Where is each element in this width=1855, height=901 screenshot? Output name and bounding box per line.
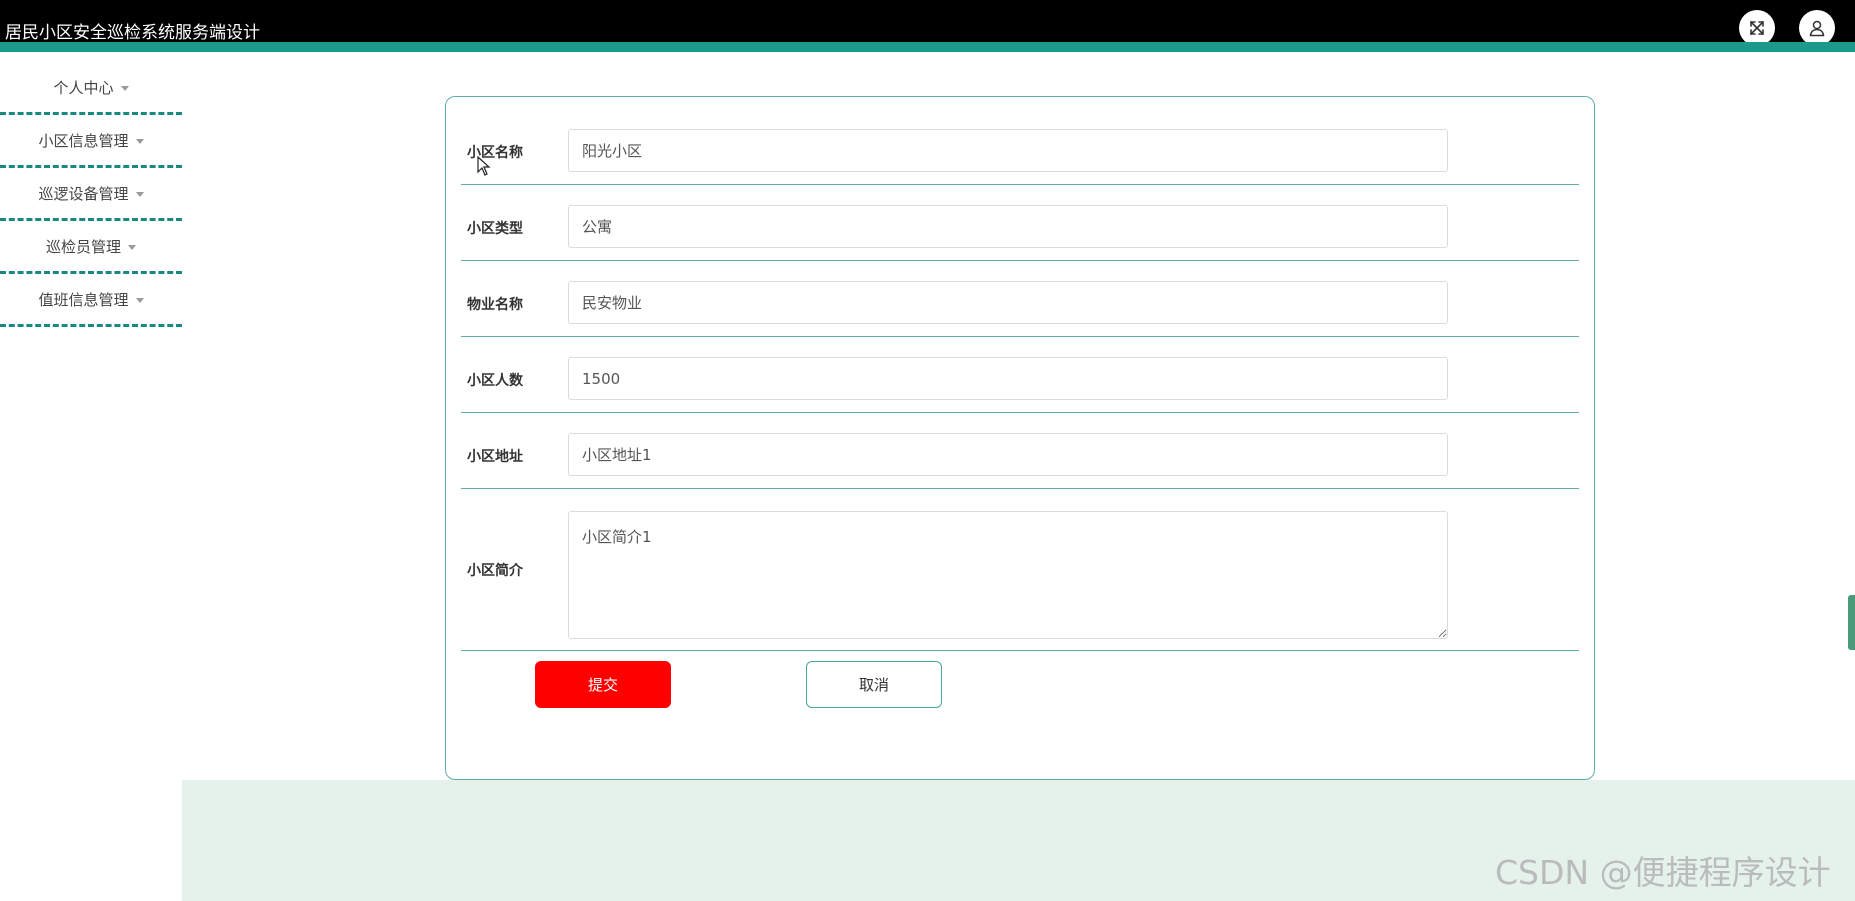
user-avatar-icon xyxy=(1809,20,1825,37)
sidebar-item-label: 值班信息管理 xyxy=(38,290,129,309)
top-bar: 居民小区安全巡检系统服务端设计 xyxy=(0,0,1855,52)
field-label: 小区简介 xyxy=(467,563,523,579)
app-title: 居民小区安全巡检系统服务端设计 xyxy=(5,23,260,43)
population-input[interactable] xyxy=(568,357,1448,400)
caret-down-icon xyxy=(128,244,136,250)
community-name-input[interactable] xyxy=(568,129,1448,172)
expand-arrows-icon xyxy=(1750,21,1764,35)
property-name-input[interactable] xyxy=(568,281,1448,324)
sidebar-item-label: 个人中心 xyxy=(53,78,114,97)
form-row-address: 小区地址 xyxy=(461,413,1579,489)
sidebar-item-duty-info[interactable]: 值班信息管理 xyxy=(0,274,182,327)
field-label: 物业名称 xyxy=(467,297,523,313)
form-row-population: 小区人数 xyxy=(461,337,1579,413)
caret-down-icon xyxy=(135,138,144,144)
header-accent-stripe xyxy=(0,42,1855,52)
caret-down-icon xyxy=(135,191,144,197)
sidebar-item-label: 巡逻设备管理 xyxy=(38,184,129,203)
sidebar: 个人中心 小区信息管理 巡逻设备管理 巡检员管理 值班信息管理 xyxy=(0,62,182,327)
side-scroll-handle[interactable] xyxy=(1848,595,1855,650)
form-row-intro: 小区简介 小区简介1 xyxy=(461,489,1579,651)
caret-down-icon xyxy=(135,297,144,303)
sidebar-item-label: 小区信息管理 xyxy=(38,131,129,150)
sidebar-item-patrol-equipment[interactable]: 巡逻设备管理 xyxy=(0,168,182,221)
sidebar-item-label: 巡检员管理 xyxy=(45,237,121,256)
watermark: CSDN @便捷程序设计 xyxy=(1495,853,1831,892)
sidebar-item-community-info[interactable]: 小区信息管理 xyxy=(0,115,182,168)
community-type-input[interactable] xyxy=(568,205,1448,248)
user-avatar-button[interactable] xyxy=(1799,10,1835,46)
caret-down-icon xyxy=(120,85,129,91)
form-row-type: 小区类型 xyxy=(461,185,1579,261)
field-label: 小区类型 xyxy=(467,221,523,237)
sidebar-item-personal-center[interactable]: 个人中心 xyxy=(0,62,182,115)
cancel-button[interactable]: 取消 xyxy=(806,661,942,708)
field-label: 小区地址 xyxy=(467,449,523,465)
field-label: 小区人数 xyxy=(467,373,523,389)
intro-textarea[interactable]: 小区简介1 xyxy=(568,511,1448,639)
address-input[interactable] xyxy=(568,433,1448,476)
fullscreen-button[interactable] xyxy=(1739,10,1775,46)
form-row-name: 小区名称 xyxy=(461,97,1579,185)
sidebar-item-inspectors[interactable]: 巡检员管理 xyxy=(0,221,182,274)
submit-button[interactable]: 提交 xyxy=(535,661,671,708)
form-row-property: 物业名称 xyxy=(461,261,1579,337)
mouse-cursor-icon xyxy=(477,156,491,176)
field-label: 小区名称 xyxy=(467,145,523,161)
